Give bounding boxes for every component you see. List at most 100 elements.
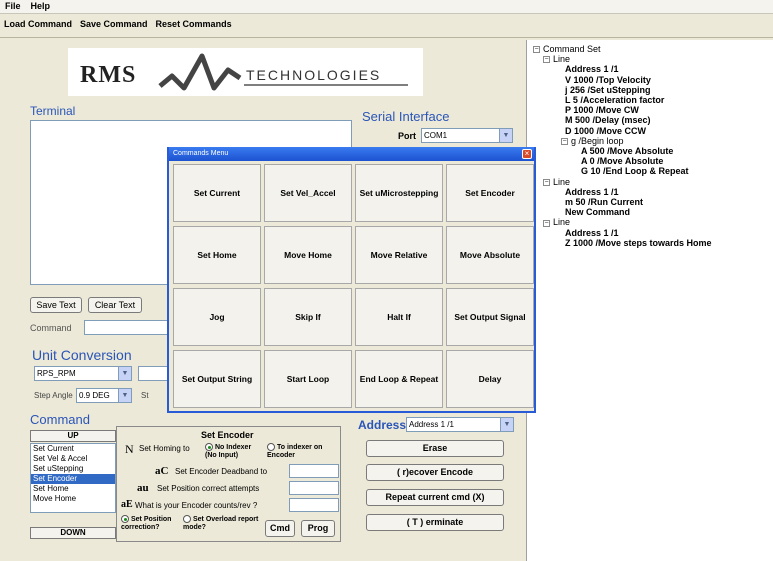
- load-command-button[interactable]: Load Command: [0, 14, 76, 34]
- close-icon[interactable]: ×: [522, 149, 532, 159]
- menu-help[interactable]: Help: [26, 0, 56, 12]
- serial-interface-title: Serial Interface: [362, 109, 450, 124]
- clear-text-button[interactable]: Clear Text: [88, 297, 142, 313]
- save-command-button[interactable]: Save Command: [76, 14, 152, 34]
- tree-node-label: D 1000 /Move CCW: [565, 125, 647, 136]
- tree-loop[interactable]: − g /Begin loop: [561, 136, 624, 146]
- dialog-titlebar: Commands Menu: [169, 147, 534, 161]
- command-menu-button[interactable]: Move Home: [264, 226, 352, 284]
- command-menu-button[interactable]: Set Output Signal: [446, 288, 534, 346]
- port-select[interactable]: COM1 ▼: [421, 128, 513, 143]
- tree-item[interactable]: Address 1 /1: [565, 228, 619, 238]
- radio-no-indexer[interactable]: [205, 443, 213, 451]
- tree-item[interactable]: Address 1 /1: [565, 64, 619, 74]
- collapse-icon[interactable]: −: [561, 137, 568, 145]
- tree-item[interactable]: M 500 /Delay (msec): [565, 115, 651, 125]
- collapse-icon[interactable]: −: [543, 178, 550, 186]
- command-input[interactable]: [84, 320, 168, 335]
- address-select[interactable]: Address 1 /1 ▼: [406, 417, 514, 432]
- to-indexer-option[interactable]: To indexer on Encoder: [267, 443, 329, 460]
- address-label: Address: [358, 418, 407, 432]
- no-indexer-option[interactable]: No Indexer (No Input): [205, 443, 263, 460]
- erase-button[interactable]: Erase: [366, 440, 504, 457]
- port-label: Port: [398, 131, 416, 141]
- command-list-item[interactable]: Set Vel & Accel: [31, 454, 115, 464]
- command-menu-button[interactable]: End Loop & Repeat: [355, 350, 443, 408]
- command-list[interactable]: Set Current Set Vel & Accel Set uStepping S…: [30, 443, 116, 513]
- command-tree[interactable]: − Command Set − Line Address 1 /1 V 1000 /Top…: [526, 40, 773, 561]
- command-menu-button[interactable]: Jog: [173, 288, 261, 346]
- set-overload-option[interactable]: Set Overload report mode?: [183, 515, 261, 532]
- command-menu-button[interactable]: Skip If: [264, 288, 352, 346]
- command-menu-button[interactable]: Set Home: [173, 226, 261, 284]
- tree-item[interactable]: L 5 /Acceleration factor: [565, 95, 664, 105]
- radio-to-indexer[interactable]: [267, 443, 275, 451]
- reset-commands-button[interactable]: Reset Commands: [152, 14, 236, 34]
- chevron-down-icon: ▼: [118, 367, 131, 380]
- tree-node-label: G 10 /End Loop & Repeat: [581, 166, 689, 177]
- command-menu-button[interactable]: Move Absolute: [446, 226, 534, 284]
- homing-prefix: N: [125, 442, 134, 456]
- command-list-item[interactable]: Set Current: [31, 444, 115, 454]
- command-list-item[interactable]: Set uStepping: [31, 464, 115, 474]
- tree-node-label: M 500 /Delay (msec): [565, 115, 651, 126]
- command-menu-button[interactable]: Set Current: [173, 164, 261, 222]
- command-menu-button[interactable]: Set uMicrostepping: [355, 164, 443, 222]
- menu-file[interactable]: File: [0, 0, 26, 12]
- tree-item[interactable]: A 0 /Move Absolute: [581, 156, 663, 166]
- repeat-command-button[interactable]: Repeat current cmd (X): [366, 489, 504, 506]
- recover-encoder-button[interactable]: ( r)ecover Encode: [366, 464, 504, 481]
- tree-root[interactable]: − Command Set: [533, 44, 601, 54]
- tree-line[interactable]: − Line: [543, 217, 570, 227]
- down-button[interactable]: DOWN: [30, 527, 116, 539]
- attempts-input[interactable]: [289, 481, 339, 495]
- tree-item[interactable]: Address 1 /1: [565, 187, 619, 197]
- collapse-icon[interactable]: −: [543, 219, 550, 227]
- encoder-panel-title: Set Encoder: [201, 430, 254, 440]
- tree-item[interactable]: G 10 /End Loop & Repeat: [581, 166, 689, 176]
- deadband-input[interactable]: [289, 464, 339, 478]
- tree-line[interactable]: − Line: [543, 54, 570, 64]
- tree-item[interactable]: j 256 /Set uStepping: [565, 85, 651, 95]
- command-list-item[interactable]: Set Encoder: [31, 474, 115, 484]
- port-value: COM1: [424, 131, 448, 140]
- counts-label: What is your Encoder counts/rev ?: [135, 501, 258, 510]
- command-menu-button[interactable]: Start Loop: [264, 350, 352, 408]
- command-menu-button[interactable]: Set Output String: [173, 350, 261, 408]
- tree-item[interactable]: V 1000 /Top Velocity: [565, 75, 651, 85]
- command-menu-button[interactable]: Halt If: [355, 288, 443, 346]
- unit-value-input[interactable]: [138, 366, 168, 381]
- tree-item[interactable]: Z 1000 /Move steps towards Home: [565, 238, 712, 248]
- cmd-button[interactable]: Cmd: [265, 520, 295, 537]
- tree-item[interactable]: D 1000 /Move CCW: [565, 126, 646, 136]
- command-menu-button[interactable]: Delay: [446, 350, 534, 408]
- save-text-button[interactable]: Save Text: [30, 297, 82, 313]
- tree-node-label: A 0 /Move Absolute: [581, 156, 664, 167]
- command-menu-button[interactable]: Set Encoder: [446, 164, 534, 222]
- tree-item[interactable]: New Command: [565, 207, 630, 217]
- tree-line[interactable]: − Line: [543, 177, 570, 187]
- step-angle-select[interactable]: 0.9 DEG ▼: [76, 388, 132, 403]
- tree-node-label: A 500 /Move Absolute: [581, 146, 674, 156]
- terminate-button[interactable]: ( T ) erminate: [366, 514, 504, 531]
- collapse-icon[interactable]: −: [533, 46, 540, 54]
- unit-mode-select[interactable]: RPS_RPM ▼: [34, 366, 132, 381]
- command-list-item[interactable]: Move Home: [31, 494, 115, 504]
- set-position-option[interactable]: Set Position correction?: [121, 515, 179, 532]
- counts-input[interactable]: [289, 498, 339, 512]
- collapse-icon[interactable]: −: [543, 56, 550, 64]
- homing-label: Set Homing to: [139, 444, 190, 453]
- tree-node-label: m 50 /Run Current: [565, 197, 644, 207]
- address-value: Address 1 /1: [409, 420, 454, 429]
- command-menu-button[interactable]: Move Relative: [355, 226, 443, 284]
- tree-item[interactable]: A 500 /Move Absolute: [581, 146, 673, 156]
- tree-item[interactable]: m 50 /Run Current: [565, 197, 643, 207]
- radio-set-position[interactable]: [121, 515, 129, 523]
- tree-item[interactable]: P 1000 /Move CW: [565, 105, 639, 115]
- up-button[interactable]: UP: [30, 430, 116, 442]
- commands-menu-dialog: Commands Menu × Set Current Set Vel_Accel…: [167, 147, 536, 413]
- command-menu-button[interactable]: Set Vel_Accel: [264, 164, 352, 222]
- command-list-item[interactable]: Set Home: [31, 484, 115, 494]
- radio-set-overload[interactable]: [183, 515, 191, 523]
- prog-button[interactable]: Prog: [301, 520, 335, 537]
